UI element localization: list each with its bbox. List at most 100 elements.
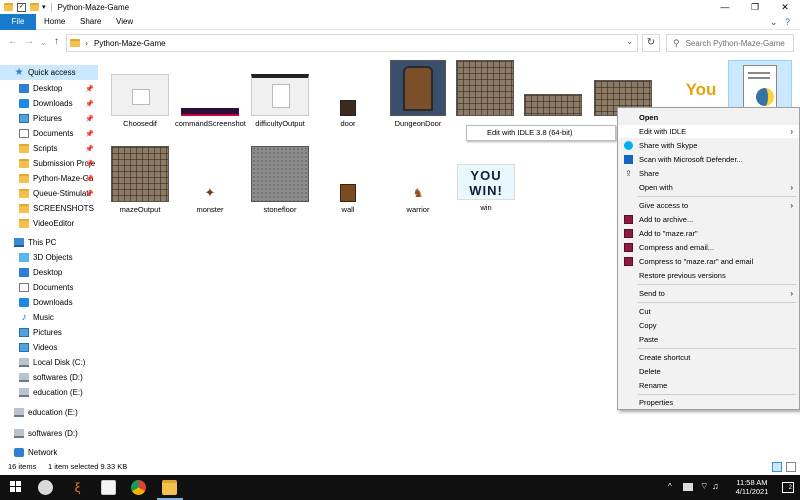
nav-pinned-downloads[interactable]: Downloads 📌 (19, 96, 98, 111)
tray-overflow-icon[interactable]: ^ (668, 482, 672, 500)
nav-pinned-desktop[interactable]: Desktop 📌 (19, 81, 98, 96)
large-icons-view-button[interactable] (786, 462, 796, 472)
start-windows-icon[interactable] (10, 481, 22, 493)
nav-3d-objects[interactable]: 3D Objects (19, 250, 98, 265)
minimize-button[interactable]: — (710, 0, 740, 14)
nav-quick-access[interactable]: ★ Quick access (0, 65, 98, 80)
file-item[interactable]: Choosedif (105, 74, 175, 128)
tab-view[interactable]: View (110, 14, 139, 30)
file-thumbnail (251, 146, 309, 202)
properties-quick-icon[interactable]: ✓ (17, 2, 26, 12)
file-item[interactable]: ✦ monster (175, 184, 245, 214)
recent-locations-button[interactable]: ⌄ (40, 38, 47, 47)
nav-pc-desktop[interactable]: Desktop (19, 265, 98, 280)
ribbon-collapse-icon[interactable]: ⌄ (770, 14, 778, 30)
menu-edit-with-idle[interactable]: Edit with IDLE › (618, 125, 799, 138)
file-item[interactable]: YOU WIN! win (451, 164, 521, 212)
battery-icon[interactable] (683, 483, 693, 491)
idle-submenu-item[interactable]: Edit with IDLE 3.8 (64-bit) (466, 125, 616, 141)
menu-properties[interactable]: Properties (618, 396, 799, 409)
file-thumbnail[interactable] (456, 60, 514, 116)
3d-objects-icon (19, 253, 29, 262)
nav-videoeditor[interactable]: VideoEditor (19, 216, 98, 231)
menu-open[interactable]: Open (618, 111, 799, 124)
menu-share[interactable]: ⇪ Share (618, 167, 799, 180)
menu-compress-maze-email[interactable]: Compress to "maze.rar" and email (618, 255, 799, 268)
chrome-taskbar-icon[interactable] (131, 480, 146, 495)
nav-pinned-documents[interactable]: Documents 📌 (19, 126, 98, 141)
address-bar[interactable]: › Python-Maze-Game ⌄ (66, 34, 638, 52)
notepad-taskbar-icon[interactable] (101, 480, 116, 495)
file-item[interactable]: wall (313, 184, 383, 214)
nav-softwares-d[interactable]: softwares (D:) (19, 370, 98, 385)
menu-add-maze-rar[interactable]: Add to "maze.rar" (618, 227, 799, 240)
file-explorer-taskbar-icon[interactable] (162, 480, 177, 495)
jupyter-taskbar-icon[interactable]: ξ (70, 480, 85, 495)
nav-network[interactable]: Network (14, 445, 98, 460)
file-thumbnail[interactable] (524, 94, 582, 116)
file-item[interactable]: ♞ warrior (383, 184, 453, 214)
nav-pinned-scripts[interactable]: Scripts 📌 (19, 141, 98, 156)
refresh-button[interactable]: ↻ (642, 34, 660, 52)
volume-icon[interactable]: ♫ (712, 481, 719, 500)
tab-home[interactable]: Home (38, 14, 71, 30)
maximize-button[interactable]: ❐ (740, 0, 770, 14)
help-icon[interactable]: ? (785, 14, 790, 30)
quick-access-toolbar-dropdown-icon[interactable]: ▾ (42, 3, 46, 11)
file-item[interactable]: stonefloor (245, 146, 315, 214)
nav-pc-documents[interactable]: Documents (19, 280, 98, 295)
nav-drive-education[interactable]: education (E:) (14, 405, 98, 420)
menu-give-access[interactable]: Give access to › (618, 199, 799, 212)
menu-scan-defender[interactable]: Scan with Microsoft Defender... (618, 153, 799, 166)
address-dropdown-icon[interactable]: ⌄ (626, 37, 633, 46)
nav-this-pc[interactable]: This PC (14, 235, 98, 250)
nav-pc-downloads[interactable]: Downloads (19, 295, 98, 310)
nav-pinned-pictures[interactable]: Pictures 📌 (19, 111, 98, 126)
search-input[interactable]: ⚲ Search Python-Maze-Game (666, 34, 794, 52)
new-folder-quick-icon[interactable] (30, 3, 39, 11)
forward-button[interactable]: → (24, 36, 34, 47)
menu-open-with[interactable]: Open with › (618, 181, 799, 194)
nav-pc-pictures[interactable]: Pictures (19, 325, 98, 340)
file-item[interactable]: difficultyOutput (245, 74, 315, 128)
nav-local-disk-c[interactable]: Local Disk (C:) (19, 355, 98, 370)
pin-icon: 📌 (85, 175, 94, 183)
menu-rename[interactable]: Rename (618, 379, 799, 392)
menu-paste[interactable]: Paste (618, 333, 799, 346)
nav-pinned-submission[interactable]: Submission Proje 📌 (19, 156, 98, 171)
menu-copy[interactable]: Copy (618, 319, 799, 332)
nav-screenshots[interactable]: SCREENSHOTS (19, 201, 98, 216)
desktop-icon (19, 84, 29, 93)
nav-pinned-queue[interactable]: Queue-Stimulati 📌 (19, 186, 98, 201)
wifi-icon[interactable]: ⌔ (700, 481, 708, 500)
nav-education-e[interactable]: education (E:) (19, 385, 98, 400)
file-item[interactable]: door (313, 100, 383, 128)
menu-compress-email[interactable]: Compress and email... (618, 241, 799, 254)
menu-share-skype[interactable]: Share with Skype (618, 139, 799, 152)
notification-center-icon[interactable]: 2 (782, 482, 794, 493)
nav-pc-music[interactable]: ♪ Music (19, 310, 98, 325)
tab-file[interactable]: File (0, 14, 36, 30)
breadcrumb-separator[interactable]: › (85, 38, 88, 48)
file-item[interactable]: commandScreenshot (175, 108, 246, 128)
menu-cut[interactable]: Cut (618, 305, 799, 318)
breadcrumb-current[interactable]: Python-Maze-Game (94, 39, 166, 48)
close-button[interactable]: ✕ (770, 0, 800, 14)
clock[interactable]: 11:58 AM 4/11/2021 (722, 478, 782, 496)
menu-create-shortcut[interactable]: Create shortcut (618, 351, 799, 364)
menu-restore-versions[interactable]: Restore previous versions (618, 269, 799, 282)
selection-info: 1 item selected 9.33 KB (48, 462, 128, 471)
nav-pc-videos[interactable]: Videos (19, 340, 98, 355)
up-button[interactable]: ↑ (54, 36, 59, 47)
python-idle-taskbar-icon[interactable] (38, 480, 53, 495)
file-item[interactable]: DungeonDoor (383, 60, 453, 128)
back-button[interactable]: ← (8, 36, 18, 47)
menu-send-to[interactable]: Send to › (618, 287, 799, 300)
menu-add-archive[interactable]: Add to archive... (618, 213, 799, 226)
file-item[interactable]: mazeOutput (105, 146, 175, 214)
details-view-button[interactable] (772, 462, 782, 472)
tab-share[interactable]: Share (74, 14, 107, 30)
menu-delete[interactable]: Delete (618, 365, 799, 378)
nav-pinned-python-maze[interactable]: Python-Maze-Ga 📌 (19, 171, 98, 186)
nav-drive-softwares[interactable]: softwares (D:) (14, 426, 98, 441)
